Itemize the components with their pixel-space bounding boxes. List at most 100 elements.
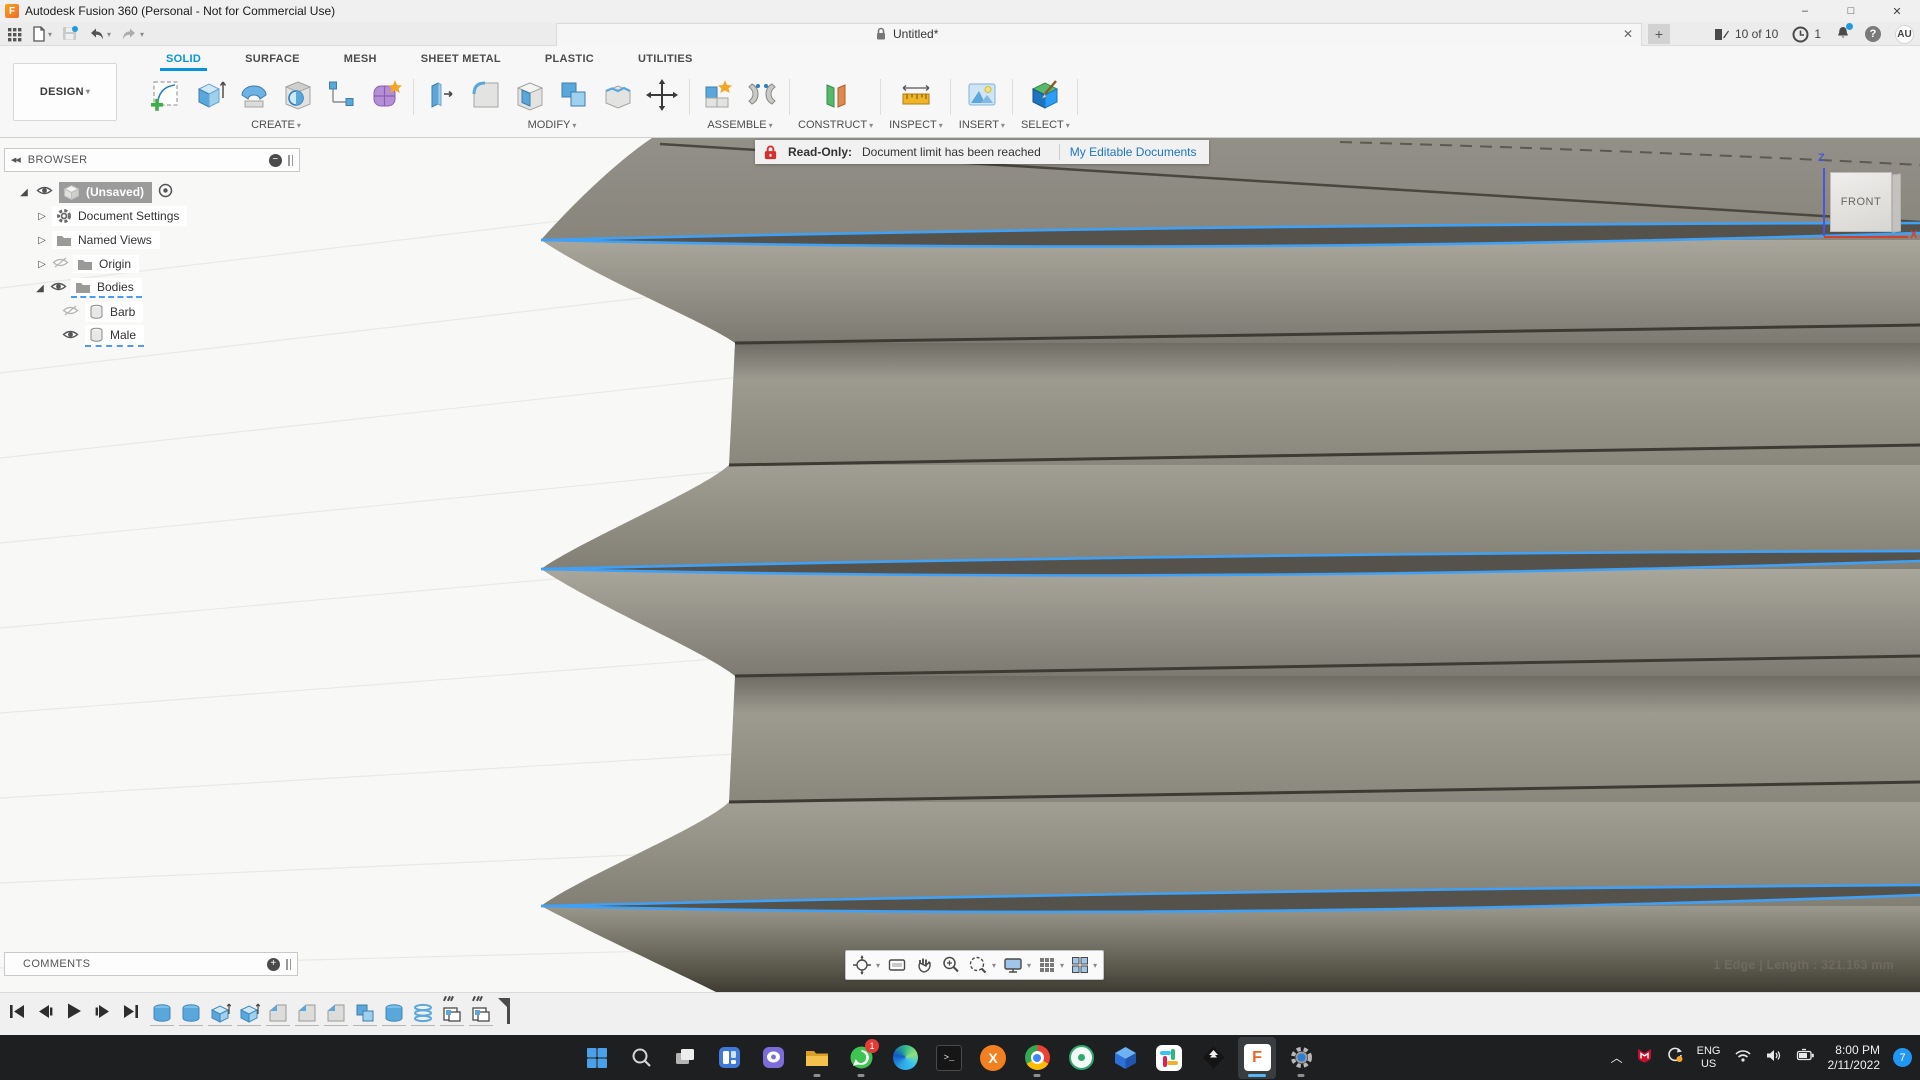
chrome-browser-icon[interactable] [1018, 1037, 1056, 1079]
fusion-360-taskbar-icon[interactable]: F [1238, 1037, 1276, 1079]
cube-app-icon[interactable] [1106, 1037, 1144, 1079]
collapsed-arrow-icon[interactable]: ▷ [36, 211, 48, 222]
widgets-icon[interactable] [710, 1037, 748, 1079]
create-sketch-icon[interactable] [146, 72, 186, 118]
feature-combine-icon[interactable] [353, 1000, 377, 1026]
tab-plastic[interactable]: PLASTIC [523, 53, 616, 71]
new-component-icon[interactable] [698, 72, 738, 118]
tree-item-origin[interactable]: ▷ Origin [4, 252, 304, 276]
activate-radio-icon[interactable] [158, 183, 173, 201]
undo-icon[interactable]: ▾ [85, 23, 114, 45]
help-icon[interactable]: ? [1865, 26, 1881, 42]
editable-documents-status[interactable]: 10 of 10 [1714, 27, 1778, 42]
fillet-icon[interactable] [466, 72, 506, 118]
collapsed-arrow-icon[interactable]: ▷ [36, 235, 48, 246]
tab-utilities[interactable]: UTILITIES [616, 53, 715, 71]
file-menu-icon[interactable]: ▾ [29, 23, 55, 45]
inkscape-icon[interactable] [1194, 1037, 1232, 1079]
feature-pattern-icon[interactable] [469, 1000, 493, 1026]
feature-cylinder-icon[interactable] [150, 1000, 174, 1026]
my-editable-documents-link[interactable]: My Editable Documents [1070, 145, 1197, 159]
save-icon[interactable] [59, 23, 81, 45]
expanded-arrow-icon[interactable]: ◢ [34, 283, 46, 294]
tree-item-male[interactable]: Male [4, 324, 304, 348]
tray-overflow-chevron[interactable]: ︿ [1611, 1049, 1623, 1066]
settings-icon[interactable] [1282, 1037, 1320, 1079]
viewports-icon[interactable]: ▾ [1071, 956, 1097, 974]
document-tab[interactable]: Untitled* ✕ [556, 23, 1642, 46]
group-select-label[interactable]: SELECT▾ [1021, 119, 1070, 137]
terminal-icon[interactable]: >_ [930, 1037, 968, 1079]
visibility-eye-off-icon[interactable] [52, 256, 69, 272]
tab-solid[interactable]: SOLID [144, 53, 223, 71]
viewport-canvas[interactable]: Read-Only: Document limit has been reach… [0, 138, 1920, 992]
group-inspect-label[interactable]: INSPECT▾ [889, 119, 943, 137]
notification-center-badge[interactable]: 7 [1893, 1048, 1912, 1067]
joint-icon[interactable] [742, 72, 782, 118]
close-button[interactable]: ✕ [1874, 0, 1920, 22]
pattern-icon[interactable] [322, 72, 362, 118]
job-status[interactable]: 1 [1792, 26, 1821, 43]
timeline-play-icon[interactable] [64, 1001, 84, 1026]
extrude-icon[interactable] [190, 72, 230, 118]
whatsapp-icon[interactable]: 1 [842, 1037, 880, 1079]
expanded-arrow-icon[interactable]: ◢ [18, 187, 30, 198]
taskbar-search-icon[interactable] [622, 1037, 660, 1079]
timeline-skip-start-icon[interactable] [8, 1002, 27, 1026]
feature-chamfer-icon[interactable] [295, 1000, 319, 1026]
insert-canvas-icon[interactable] [962, 72, 1002, 118]
measure-icon[interactable] [896, 72, 936, 118]
visibility-eye-icon[interactable] [50, 280, 67, 296]
combine-icon[interactable] [554, 72, 594, 118]
browser-header[interactable]: ◀◀ BROWSER − [4, 148, 300, 172]
visibility-eye-off-icon[interactable] [62, 304, 79, 320]
collapse-panel-icon[interactable]: ◀◀ [11, 156, 20, 164]
panel-grip[interactable] [288, 155, 293, 166]
panel-plus-icon[interactable]: + [267, 958, 280, 971]
press-pull-icon[interactable] [422, 72, 462, 118]
new-tab-button[interactable]: + [1648, 24, 1670, 44]
redo-icon[interactable]: ▾ [118, 23, 147, 45]
grid-display-icon[interactable]: ▾ [1038, 956, 1064, 974]
tab-sheet-metal[interactable]: SHEET METAL [399, 53, 523, 71]
feature-extrude-icon[interactable] [208, 1000, 232, 1026]
root-component-chip[interactable]: (Unsaved) [59, 182, 152, 203]
viewcube[interactable]: Z FRONT X [1806, 154, 1918, 254]
shell-icon[interactable] [510, 72, 550, 118]
app-grid-menu-icon[interactable] [4, 23, 25, 45]
timeline-skip-end-icon[interactable] [121, 1002, 140, 1026]
visibility-eye-icon[interactable] [36, 184, 53, 200]
tree-item-named-views[interactable]: ▷ Named Views [4, 228, 304, 252]
visibility-eye-icon[interactable] [62, 328, 79, 344]
group-insert-label[interactable]: INSERT▾ [959, 119, 1005, 137]
feature-extrude-icon[interactable] [237, 1000, 261, 1026]
pan-icon[interactable] [914, 955, 934, 975]
orbit-icon[interactable]: ▾ [852, 955, 880, 975]
group-modify-label[interactable]: MODIFY▾ [422, 119, 682, 137]
clock-date-display[interactable]: 8:00 PM2/11/2022 [1828, 1043, 1881, 1073]
split-body-icon[interactable] [598, 72, 638, 118]
sync-tray-icon[interactable] [1666, 1046, 1684, 1069]
display-settings-icon[interactable]: ▾ [1003, 956, 1031, 974]
minimize-button[interactable]: – [1782, 0, 1828, 22]
language-indicator[interactable]: ENGUS [1697, 1045, 1721, 1070]
tree-item-barb[interactable]: Barb [4, 300, 304, 324]
panel-grip[interactable] [286, 959, 291, 970]
timeline-step-back-icon[interactable] [36, 1002, 55, 1026]
select-icon[interactable] [1025, 72, 1065, 118]
feature-cylinder-icon[interactable] [179, 1000, 203, 1026]
move-icon[interactable] [642, 72, 682, 118]
workspace-selector[interactable]: DESIGN ▾ [13, 63, 117, 121]
collapsed-arrow-icon[interactable]: ▷ [36, 259, 48, 270]
file-explorer-icon[interactable] [798, 1037, 836, 1079]
volume-tray-icon[interactable] [1765, 1048, 1783, 1068]
battery-tray-icon[interactable] [1796, 1048, 1815, 1067]
start-button[interactable] [578, 1037, 616, 1079]
tab-mesh[interactable]: MESH [322, 53, 399, 71]
xampp-icon[interactable]: X [974, 1037, 1012, 1079]
maximize-button[interactable]: □ [1828, 0, 1874, 22]
feature-pattern-icon[interactable] [440, 1000, 464, 1026]
tree-item-root[interactable]: ◢ (Unsaved) [4, 180, 304, 204]
wifi-tray-icon[interactable] [1734, 1048, 1752, 1068]
group-assemble-label[interactable]: ASSEMBLE▾ [698, 119, 782, 137]
